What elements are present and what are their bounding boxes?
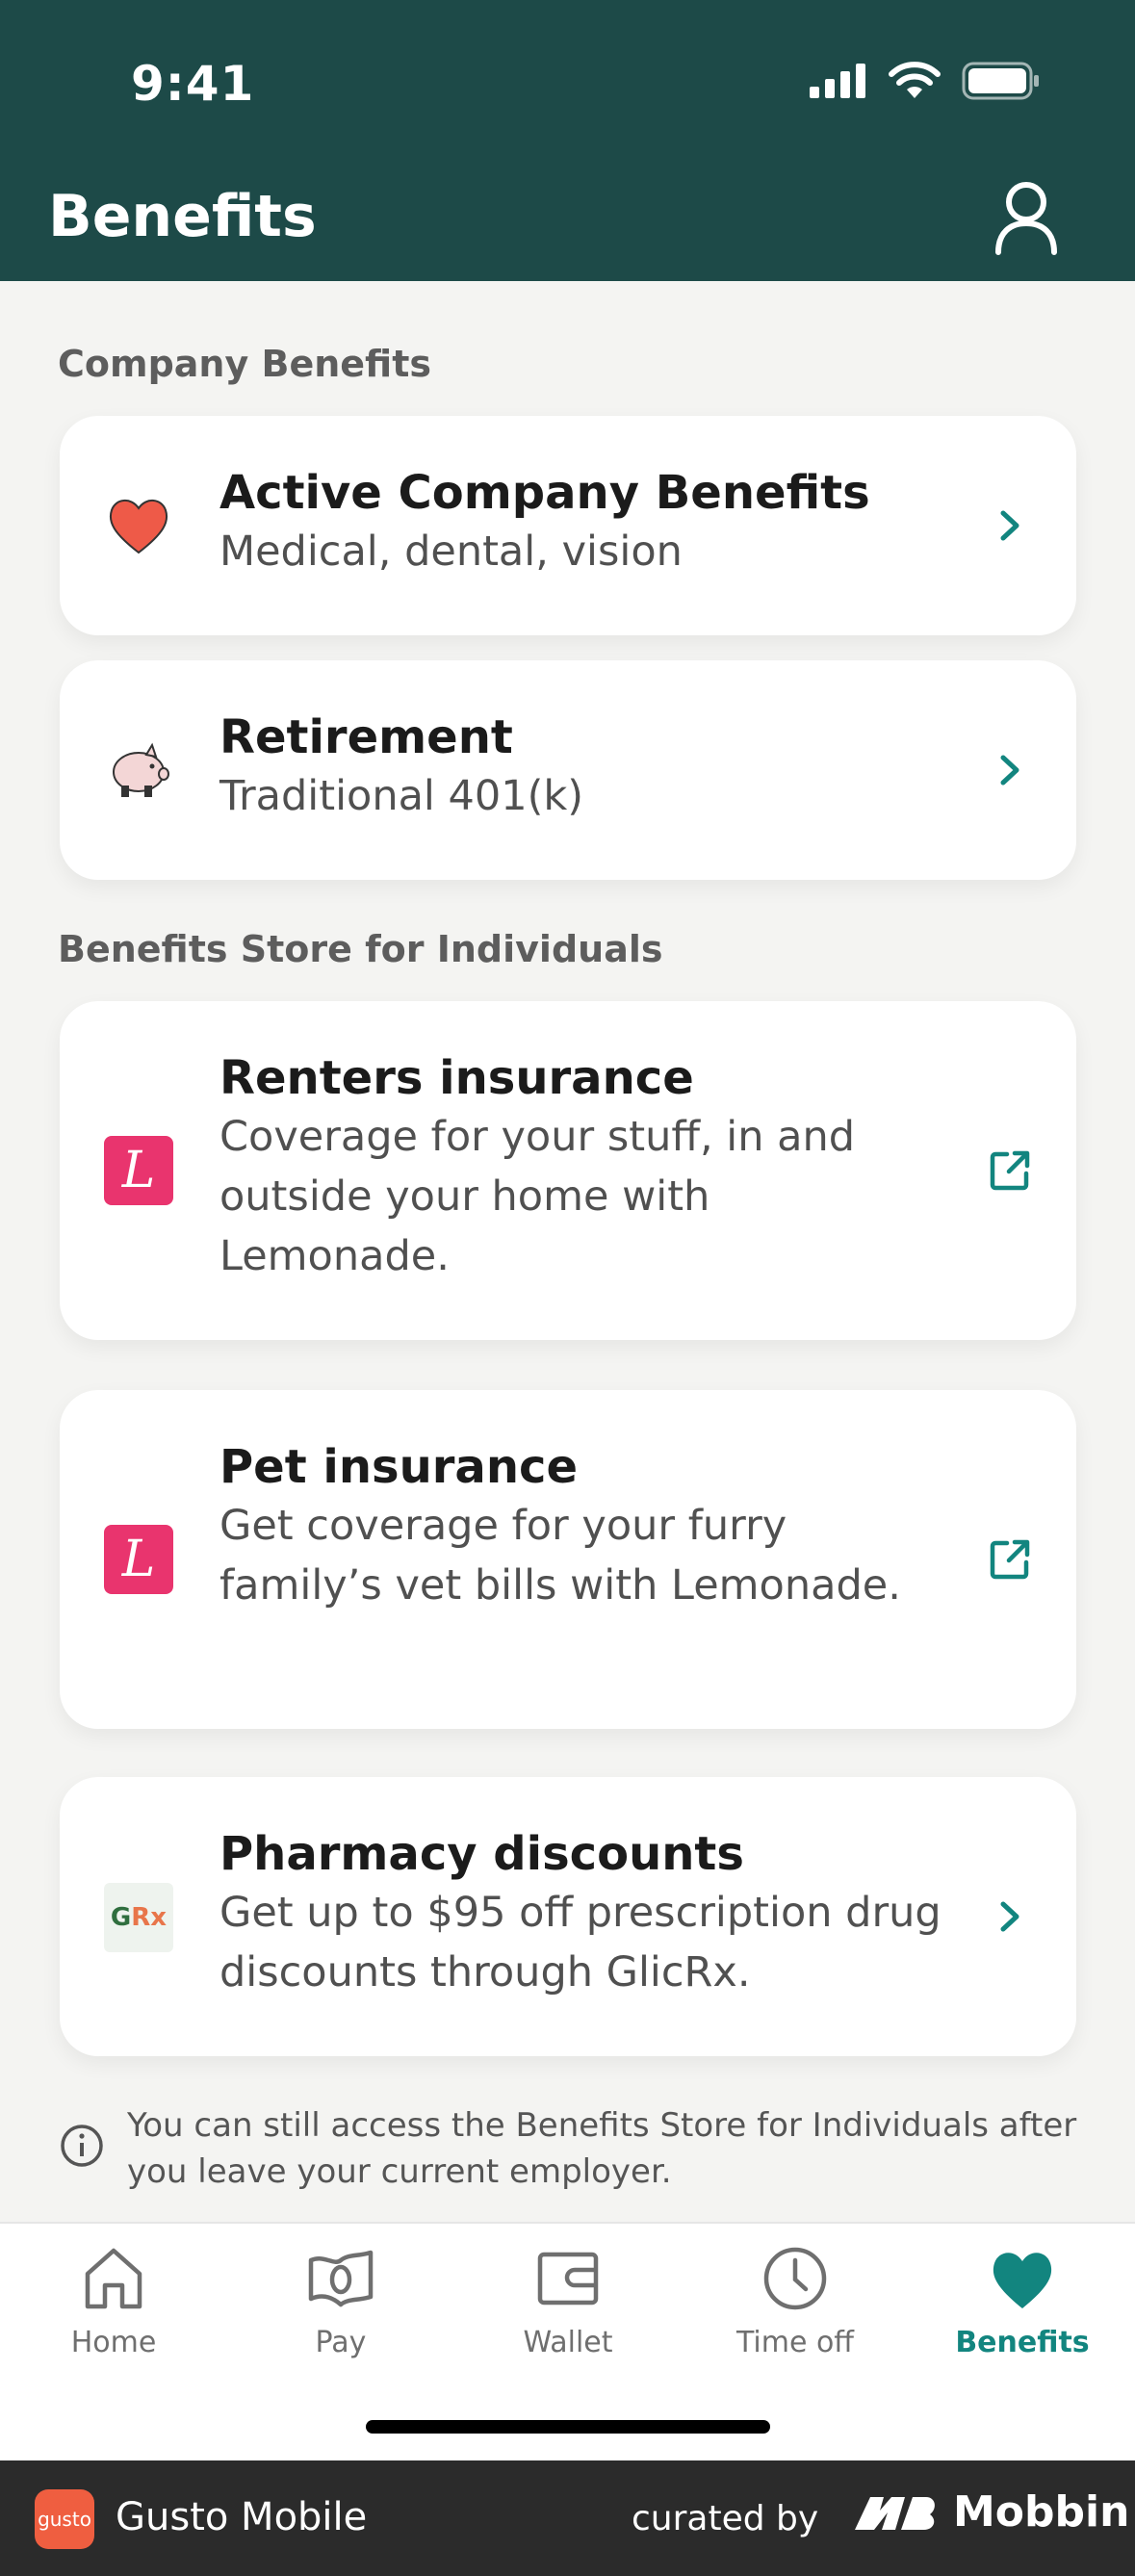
mobbin-wordmark: Mobbin (953, 2487, 1130, 2537)
clock-icon (763, 2247, 827, 2310)
gusto-logo: gusto (35, 2489, 94, 2549)
home-icon (85, 2248, 142, 2309)
tab-home[interactable]: Home (0, 2243, 227, 2359)
piggy-bank-icon (113, 742, 169, 797)
card-title: Retirement (219, 710, 513, 764)
chevron-right-icon (1000, 755, 1019, 786)
chevron-right-icon (1000, 510, 1019, 541)
tab-wallet[interactable]: Wallet (454, 2243, 682, 2359)
external-link-icon (990, 1539, 1030, 1580)
card-subtitle: Medical, dental, vision (219, 528, 683, 576)
card-subtitle: Traditional 401(k) (219, 772, 584, 820)
tab-label: Time off (736, 2326, 854, 2359)
glicrx-logo-g: G (110, 1903, 132, 1932)
section-company-benefits: Company Benefits (58, 343, 431, 385)
external-link-icon (990, 1150, 1030, 1191)
tab-label: Home (70, 2326, 157, 2359)
tab-label: Wallet (523, 2326, 613, 2359)
home-indicator (366, 2420, 770, 2434)
heart-icon (109, 500, 168, 554)
tab-pay[interactable]: Pay (227, 2243, 454, 2359)
mobbin-logo: Mobbin (853, 2487, 1129, 2537)
glicrx-logo: G Rx (104, 1883, 173, 1952)
mobbin-icon (855, 2496, 935, 2530)
app-name: Gusto Mobile (116, 2495, 368, 2539)
wallet-icon (537, 2252, 599, 2306)
tab-label: Pay (315, 2326, 367, 2359)
tab-benefits[interactable]: Benefits (909, 2243, 1135, 2359)
section-benefits-store: Benefits Store for Individuals (58, 928, 663, 970)
card-pet-insurance[interactable]: L Pet insurance Get coverage for your fu… (60, 1390, 1076, 1729)
profile-icon[interactable] (993, 179, 1060, 256)
info-icon (61, 2125, 103, 2167)
lemonade-logo: L (104, 1525, 173, 1594)
card-subtitle: Get coverage for your furry family’s vet… (219, 1502, 901, 1610)
chevron-right-icon (1000, 1901, 1019, 1932)
status-icons (808, 62, 1041, 100)
tab-time-off[interactable]: Time off (682, 2243, 909, 2359)
card-active-company-benefits[interactable]: Active Company Benefits Medical, dental,… (60, 416, 1076, 635)
glicrx-logo-rx: Rx (131, 1903, 168, 1932)
card-title: Pharmacy discounts (219, 1827, 744, 1881)
curated-by-label: curated by (632, 2499, 819, 2538)
heart-icon (993, 2253, 1052, 2308)
lemonade-logo: L (104, 1136, 173, 1205)
mobbin-footer: gusto Gusto Mobile curated by Mobbin (0, 2460, 1135, 2576)
wifi-icon (889, 62, 941, 98)
tab-label: Benefits (955, 2326, 1090, 2359)
card-title: Active Company Benefits (219, 466, 870, 520)
card-subtitle: Get up to $95 off prescription drug disc… (219, 1889, 942, 1996)
info-text: You can still access the Benefits Store … (127, 2106, 1077, 2191)
card-title: Renters insurance (219, 1051, 694, 1105)
card-renters-insurance[interactable]: L Renters insurance Coverage for your st… (60, 1001, 1076, 1340)
app-header: 9:41 Benefits (0, 0, 1135, 281)
card-title: Pet insurance (219, 1440, 578, 1494)
card-retirement[interactable]: Retirement Traditional 401(k) (60, 660, 1076, 880)
battery-icon (962, 62, 1039, 100)
card-pharmacy-discounts[interactable]: G Rx Pharmacy discounts Get up to $95 off… (60, 1777, 1076, 2056)
card-subtitle: Coverage for your stuff, in and outside … (219, 1113, 856, 1280)
pay-icon (308, 2250, 374, 2307)
status-time: 9:41 (131, 56, 255, 112)
page-title: Benefits (48, 183, 317, 250)
signal-icon (810, 64, 865, 98)
